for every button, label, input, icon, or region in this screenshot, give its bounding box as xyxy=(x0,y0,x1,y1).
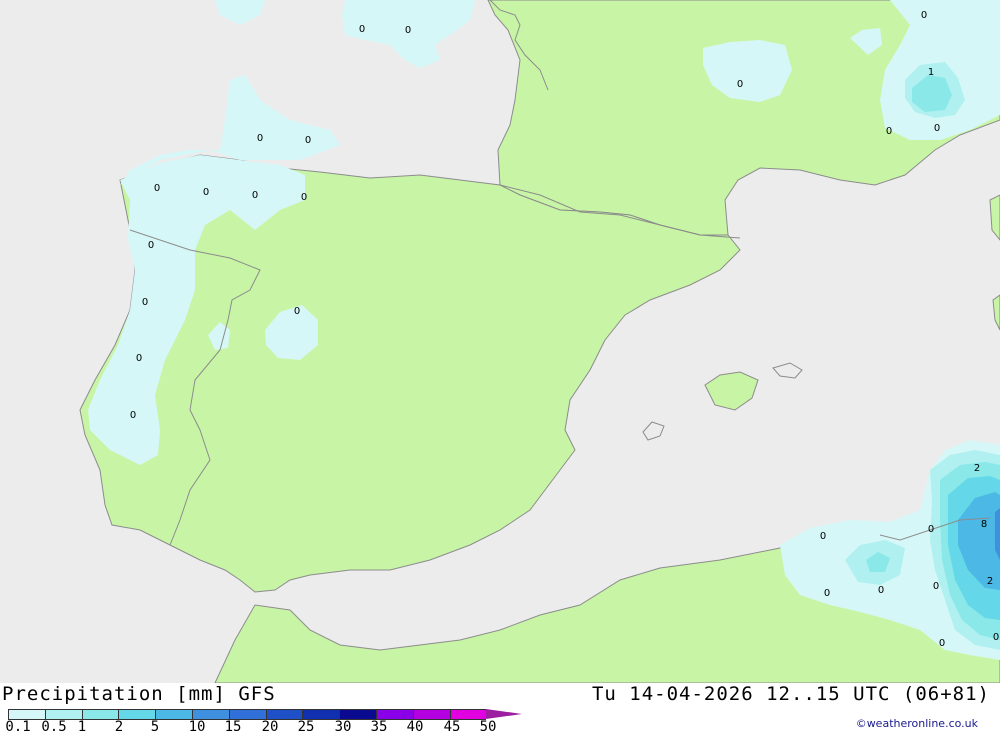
scale-tick: 30 xyxy=(334,719,352,735)
contour-label: 0 xyxy=(305,135,311,146)
scale-tick: 35 xyxy=(370,719,388,735)
contour-label: 0 xyxy=(154,183,160,194)
contour-label: 0 xyxy=(301,192,307,203)
contour-label: 0 xyxy=(142,297,148,308)
scale-tick: 0.1 xyxy=(5,719,31,735)
scale-tick: 0.5 xyxy=(41,719,67,735)
contour-label: 0 xyxy=(939,638,945,649)
contour-label: 0 xyxy=(934,123,940,134)
scale-tick: 40 xyxy=(406,719,424,735)
contour-label: 0 xyxy=(993,632,999,643)
contour-label: 0 xyxy=(359,24,365,35)
scale-tick: 20 xyxy=(261,719,279,735)
contour-label: 0 xyxy=(928,524,934,535)
scale-tick: 45 xyxy=(443,719,461,735)
contour-label: 0 xyxy=(136,353,142,364)
contour-label: 0 xyxy=(820,531,826,542)
scale-arrow xyxy=(486,709,523,719)
contour-label: 0 xyxy=(405,25,411,36)
contour-label: 2 xyxy=(974,463,980,474)
contour-label: 0 xyxy=(886,126,892,137)
scale-swatch xyxy=(155,709,192,720)
scale-tick: 2 xyxy=(114,719,124,735)
scale-swatch xyxy=(81,709,119,720)
scale-tick: 15 xyxy=(224,719,242,735)
contour-label: 0 xyxy=(257,133,263,144)
contour-label: 0 xyxy=(294,306,300,317)
scale-tick: 25 xyxy=(297,719,315,735)
precipitation-map: 0 0 0 0 0 0 0 0 0 0 0 0 0 0 0 1 0 0 0 2 … xyxy=(0,0,1000,683)
contour-label: 0 xyxy=(203,187,209,198)
scale-tick: 10 xyxy=(188,719,206,735)
scale-swatch xyxy=(118,709,156,720)
contour-label: 8 xyxy=(981,519,987,530)
contour-label: 0 xyxy=(737,79,743,90)
scale-tick: 1 xyxy=(77,719,87,735)
scale-ticks: 0.1 0.5 1 2 5 10 15 20 25 30 35 40 45 50 xyxy=(0,720,540,734)
color-scale xyxy=(8,709,523,720)
contour-label: 0 xyxy=(933,581,939,592)
credit-link[interactable]: ©weatheronline.co.uk xyxy=(856,717,978,730)
scale-tick: 50 xyxy=(479,719,497,735)
scale-tick: 5 xyxy=(150,719,160,735)
contour-label: 0 xyxy=(148,240,154,251)
contour-label: 2 xyxy=(987,576,993,587)
contour-label: 1 xyxy=(928,67,934,78)
contour-label: 0 xyxy=(130,410,136,421)
valid-time: Tu 14-04-2026 12..15 UTC (06+81) xyxy=(591,683,990,705)
contour-label: 0 xyxy=(824,588,830,599)
contour-label: 0 xyxy=(252,190,258,201)
map-footer: Precipitation [mm] GFS Tu 14-04-2026 12.… xyxy=(0,683,1000,734)
contour-label: 0 xyxy=(921,10,927,21)
map-title: Precipitation [mm] GFS xyxy=(2,683,276,705)
contour-label: 0 xyxy=(878,585,884,596)
